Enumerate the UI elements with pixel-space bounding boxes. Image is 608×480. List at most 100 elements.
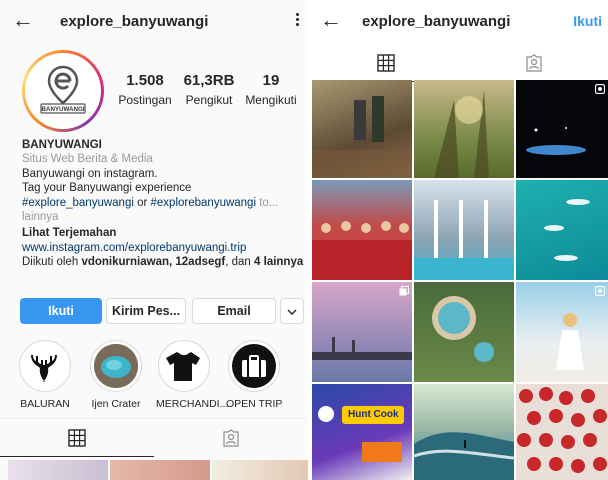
post-image bbox=[414, 200, 514, 280]
logo-text: BANYUWANGI bbox=[42, 106, 85, 113]
bio-more-link[interactable]: lainnya bbox=[22, 210, 308, 224]
video-icon bbox=[595, 84, 605, 94]
chevron-down-icon bbox=[287, 309, 297, 315]
post-thumbnail-surfer[interactable] bbox=[414, 384, 514, 480]
bio-line-2: Tag your Banyuwangi experience bbox=[22, 182, 192, 195]
post-thumbnail-blue-fire[interactable] bbox=[516, 80, 608, 178]
post-thumbnail-crater-lake[interactable] bbox=[414, 282, 514, 382]
see-translation-link[interactable]: Lihat Terjemahan bbox=[22, 226, 308, 240]
highlight-open-trip[interactable]: OPEN TRIP bbox=[226, 340, 282, 410]
stat-posts-value: 1.508 bbox=[126, 72, 164, 89]
stat-following-label: Mengikuti bbox=[245, 93, 297, 107]
suggestions-dropdown-button[interactable] bbox=[280, 298, 304, 324]
stat-followers-label: Pengikut bbox=[185, 93, 233, 107]
more-options-icon[interactable] bbox=[294, 12, 300, 30]
post-thumbnail-forest-sunlight[interactable] bbox=[414, 80, 514, 178]
post-image bbox=[414, 432, 514, 480]
highlight-label: Ijen Crater bbox=[91, 398, 141, 410]
post-image bbox=[517, 387, 607, 473]
post-thumbnail[interactable] bbox=[212, 460, 308, 480]
highlight-baluran[interactable]: BALURAN bbox=[17, 340, 73, 410]
hashtag-explorebanyuwangi[interactable]: #explorebanyuwangi bbox=[151, 197, 257, 209]
post-image bbox=[544, 199, 590, 261]
post-image bbox=[556, 313, 584, 370]
post-thumbnail-beach-woman[interactable] bbox=[516, 282, 608, 382]
stat-posts[interactable]: 1.508 Postingan bbox=[116, 72, 174, 107]
profile-tabs bbox=[312, 44, 608, 82]
highlight-merchandise[interactable]: MERCHANDI... bbox=[156, 340, 229, 410]
tagged-icon bbox=[223, 429, 239, 447]
followed-by-others: 4 lainnya bbox=[254, 256, 304, 269]
bio-line-1: Banyuwangi on instagram. bbox=[22, 167, 158, 180]
post-grid-preview bbox=[0, 458, 308, 480]
tab-grid[interactable] bbox=[312, 44, 460, 82]
profile-username: explore_banyuwangi bbox=[60, 13, 209, 30]
top-bar: ← explore_banyuwangi Ikuti bbox=[312, 0, 608, 44]
grid-icon bbox=[68, 428, 86, 447]
poster-title: Hunt Cook bbox=[348, 409, 399, 420]
post-thumbnail-red-umbrellas[interactable] bbox=[516, 384, 608, 480]
tshirt-icon bbox=[166, 352, 200, 381]
highlight-label: OPEN TRIP bbox=[226, 398, 283, 410]
post-image bbox=[526, 127, 586, 155]
website-link[interactable]: www.instagram.com/explorebanyuwangi.trip bbox=[22, 241, 308, 255]
video-icon bbox=[595, 286, 605, 296]
followed-by-names: vdonikurniawan, 12adsegf bbox=[81, 256, 226, 269]
post-image bbox=[312, 221, 412, 280]
post-image bbox=[432, 296, 494, 362]
highlight-ijen-crater[interactable]: Ijen Crater bbox=[88, 340, 144, 410]
profile-tabs bbox=[0, 418, 308, 457]
post-grid: Hunt Cook bbox=[312, 80, 608, 480]
post-thumbnail[interactable] bbox=[8, 460, 108, 480]
back-arrow-icon[interactable]: ← bbox=[320, 9, 342, 31]
profile-bio: BANYUWANGI Situs Web Berita & Media Bany… bbox=[22, 138, 308, 270]
post-image bbox=[434, 90, 489, 178]
bio-or-text: or bbox=[133, 196, 151, 209]
carousel-icon bbox=[399, 286, 409, 296]
post-thumbnail-resort-pool[interactable] bbox=[414, 180, 514, 280]
stat-following[interactable]: 19 Mengikuti bbox=[242, 72, 300, 107]
post-thumbnail-dancers[interactable] bbox=[312, 180, 412, 280]
stat-posts-label: Postingan bbox=[118, 93, 172, 107]
followed-by-prefix: Diikuti oleh bbox=[22, 256, 82, 269]
tab-grid[interactable] bbox=[0, 419, 154, 457]
post-thumbnail-fire-fighters[interactable] bbox=[312, 80, 412, 178]
bio-hashtags: #explore_banyuwangi or #explorebanyuwang… bbox=[22, 196, 308, 210]
hashtag-explore-banyuwangi[interactable]: #explore_banyuwangi bbox=[22, 197, 134, 209]
crater-icon bbox=[94, 344, 138, 388]
back-arrow-icon[interactable]: ← bbox=[12, 9, 34, 31]
deer-icon bbox=[31, 355, 57, 382]
stat-followers[interactable]: 61,3RB Pengikut bbox=[178, 72, 240, 107]
post-thumbnail[interactable] bbox=[110, 460, 210, 480]
avatar[interactable]: BANYUWANGI bbox=[22, 50, 104, 132]
post-thumbnail-boats[interactable] bbox=[516, 180, 608, 280]
top-bar: ← explore_banyuwangi bbox=[0, 0, 308, 44]
tagged-icon bbox=[526, 54, 542, 72]
profile-name: BANYUWANGI bbox=[22, 139, 102, 151]
profile-category: Situs Web Berita & Media bbox=[22, 153, 153, 166]
profile-panel: ← explore_banyuwangi BANYUWANGI 1.508 Po… bbox=[0, 0, 308, 480]
follow-button[interactable]: Ikuti bbox=[20, 298, 102, 324]
highlight-label: MERCHANDI... bbox=[156, 398, 229, 410]
grid-panel: ← explore_banyuwangi Ikuti Hunt Cook bbox=[312, 0, 608, 480]
banyuwangi-logo-icon: BANYUWANGI bbox=[29, 57, 97, 125]
post-image bbox=[312, 337, 412, 360]
stat-following-value: 19 bbox=[262, 72, 280, 89]
email-button[interactable]: Email bbox=[192, 298, 276, 324]
followed-by[interactable]: Diikuti oleh vdonikurniawan, 12adsegf, d… bbox=[22, 255, 308, 269]
stat-followers-value: 61,3RB bbox=[183, 72, 235, 89]
post-image bbox=[318, 406, 404, 462]
briefcase-icon bbox=[242, 355, 266, 377]
post-image bbox=[312, 96, 412, 178]
post-thumbnail-hunt-cook-poster[interactable]: Hunt Cook bbox=[312, 384, 412, 480]
bio-ellipsis: to... bbox=[256, 196, 279, 209]
post-thumbnail-pier-sunset[interactable] bbox=[312, 282, 412, 382]
grid-icon bbox=[377, 53, 395, 72]
message-button[interactable]: Kirim Pes... bbox=[106, 298, 186, 324]
followed-by-mid: , dan bbox=[225, 256, 255, 269]
profile-username: explore_banyuwangi bbox=[362, 13, 511, 30]
tab-tagged[interactable] bbox=[154, 419, 308, 457]
follow-link[interactable]: Ikuti bbox=[573, 13, 602, 29]
highlight-label: BALURAN bbox=[20, 398, 70, 410]
tab-tagged[interactable] bbox=[460, 44, 608, 82]
